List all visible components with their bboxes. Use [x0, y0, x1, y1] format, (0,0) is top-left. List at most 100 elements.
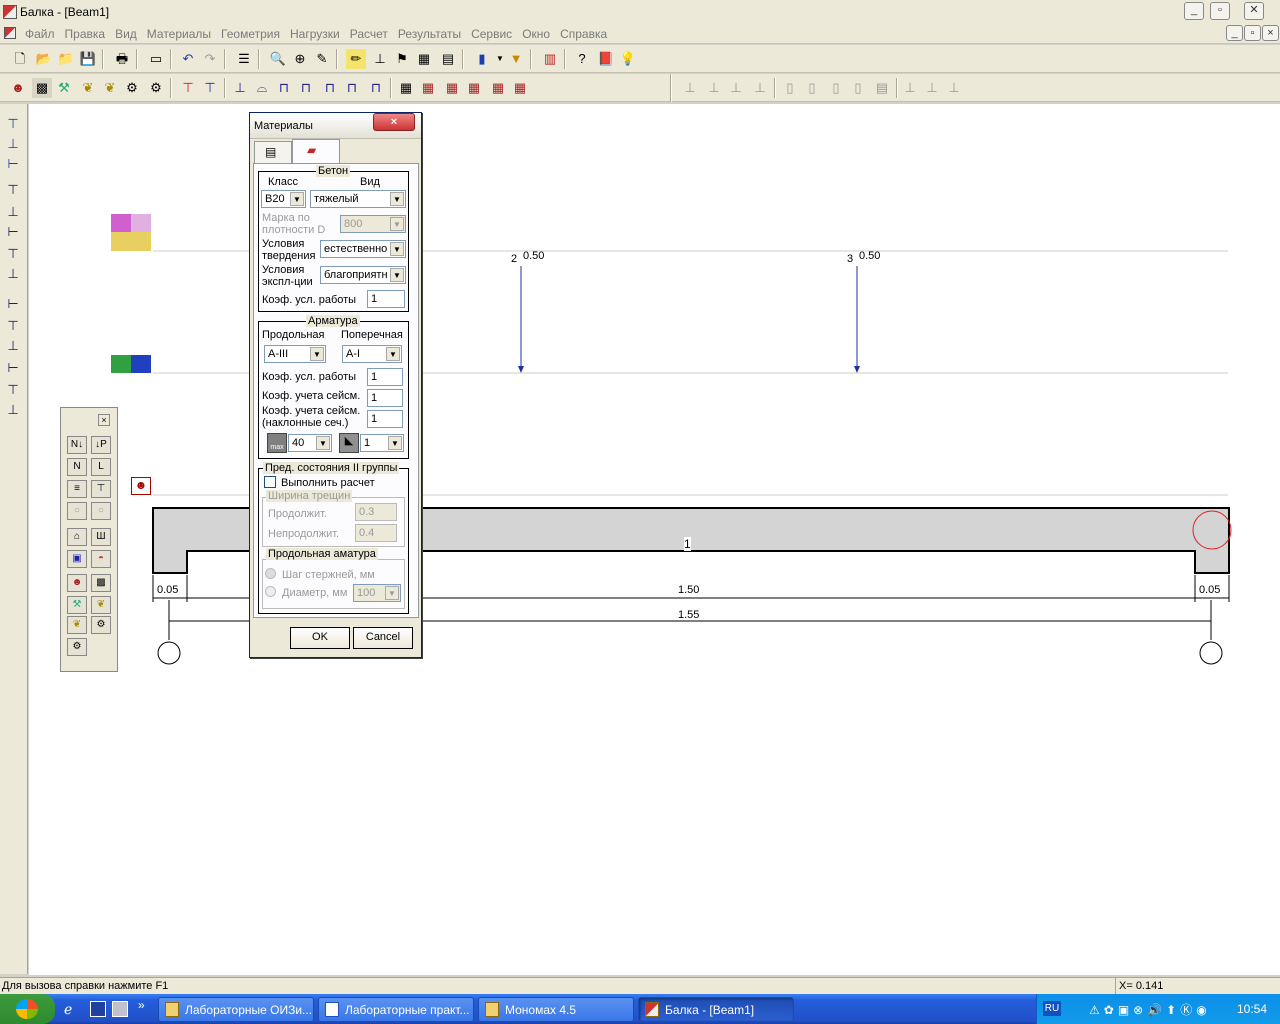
seismic-input[interactable]: 1 — [367, 389, 403, 407]
language-indicator[interactable]: RU — [1043, 1001, 1061, 1016]
dim-right: 0.05 — [1199, 584, 1221, 596]
circle-1-icon[interactable]: ○ — [67, 502, 87, 520]
face-small-icon[interactable]: ☻ — [67, 574, 87, 592]
step-radio[interactable] — [265, 568, 276, 579]
quicklaunch-more-icon[interactable]: » — [138, 998, 145, 1012]
long-rebar-label: Продольная — [262, 329, 325, 341]
crack-short-label: Непродолжит. — [268, 528, 340, 540]
ie-icon[interactable]: ℯ — [64, 1001, 82, 1019]
task-lab-oizi[interactable]: Лабораторные ОИЗи... — [158, 997, 314, 1022]
crack-legend: Ширина трещин — [266, 490, 353, 502]
limit-state-legend: Пред. состояния II группы — [263, 462, 400, 474]
force-n-icon[interactable]: N↓ — [67, 436, 87, 454]
dialog-close-button[interactable]: × — [373, 113, 415, 131]
element-label: 1 — [684, 537, 691, 551]
quicklaunch2-icon[interactable] — [112, 1001, 128, 1017]
node-marker-icon[interactable] — [111, 214, 151, 251]
grid-small-icon[interactable]: ▩ — [91, 574, 111, 592]
long-rebar-select[interactable]: A-III ▼ — [264, 345, 326, 363]
worker-icon[interactable]: ⚒ — [67, 596, 87, 614]
dialog-titlebar: Материалы × — [250, 113, 421, 139]
dialog-title: Материалы — [254, 120, 313, 132]
ok-button[interactable]: OK — [290, 627, 350, 649]
cancel-button[interactable]: Cancel — [353, 627, 413, 649]
status-hint: Для вызова справки нажмите F1 — [2, 980, 169, 992]
taskbar: ℯ » Лабораторные ОИЗи... Лабораторные пр… — [0, 994, 1280, 1024]
do-calc-label: Выполнить расчет — [281, 477, 375, 489]
long-rebar-legend: Продольная аматура — [266, 548, 378, 560]
palette-close-icon[interactable]: × — [98, 414, 110, 426]
hardening-label: Условия твердения — [262, 238, 316, 262]
load-value-2: 0.50 — [523, 250, 545, 262]
leaf-small-icon[interactable]: ❦ — [91, 596, 111, 614]
type-label: Вид — [360, 176, 380, 188]
diam-select[interactable]: 100 ▼ — [353, 584, 401, 602]
rebar-work-coef-input[interactable]: 1 — [367, 368, 403, 386]
rainbow-icon[interactable]: ◓ — [91, 550, 111, 568]
load-value-3: 0.50 — [859, 250, 881, 262]
crack-long-input[interactable]: 0.3 — [355, 503, 397, 521]
trans-rebar-label: Поперечная — [341, 329, 403, 341]
task-balka[interactable]: Балка - [Beam1] — [638, 997, 794, 1022]
rebar-work-coef-label: Коэф. усл. работы — [262, 371, 357, 383]
crack-short-input[interactable]: 0.4 — [355, 524, 397, 542]
concrete-work-coef-input[interactable]: 1 — [367, 290, 405, 308]
task-monomakh[interactable]: Мономах 4.5 — [478, 997, 634, 1022]
selection-marker-icon[interactable]: ☻ — [131, 477, 151, 495]
step-label: Шаг стержней, мм — [282, 569, 375, 581]
moment-l-icon[interactable]: L — [91, 458, 111, 476]
tab-materials-icon[interactable]: ▰ — [292, 139, 340, 163]
concrete-work-coef-label: Коэф. усл. работы — [262, 294, 357, 306]
diam-radio[interactable] — [265, 586, 276, 597]
max-diameter-icon: max — [267, 433, 287, 453]
statusbar: Для вызова справки нажмите F1 X= 0.141 — [0, 977, 1280, 994]
circle-2-icon[interactable]: ○ — [91, 502, 111, 520]
seismic-incl-label: Коэф. учета сейсм. (наклонные сеч.) — [262, 405, 361, 429]
do-calc-checkbox[interactable] — [264, 476, 276, 488]
tray-icons[interactable]: ⚠✿▣⊗🔊⬆Ⓚ◉ — [1089, 1001, 1211, 1018]
element-marker-icon[interactable] — [111, 355, 151, 373]
hanger-icon[interactable]: ⊤ — [91, 480, 111, 498]
start-button[interactable] — [0, 994, 55, 1024]
beam-drawing — [152, 250, 1232, 665]
seismic-label: Коэф. учета сейсм. — [262, 390, 361, 402]
density-label: Марка по плотности D — [262, 212, 326, 236]
comb-icon[interactable]: Ш — [91, 528, 111, 546]
rebar-layout-select[interactable]: 1 ▼ — [360, 434, 404, 452]
load-node-2: 2 — [511, 253, 518, 265]
force-p-icon[interactable]: ↓P — [91, 436, 111, 454]
tool-palette: × N↓ ↓P N L ≡ ⊤ ○ ○ ⌂ Ш ▣ ◓ ☻ ▩ ⚒ ❦ ❦ ⚙ … — [60, 407, 118, 672]
quicklaunch-icon[interactable] — [90, 1001, 106, 1017]
type-select[interactable]: тяжелый ▼ — [310, 190, 406, 208]
gear-small-icon[interactable]: ⚙ — [91, 616, 111, 634]
dim-span: 1.50 — [678, 584, 700, 596]
density-select[interactable]: 800 ▼ — [340, 215, 406, 233]
moment-n-icon[interactable]: N — [67, 458, 87, 476]
class-label: Класс — [268, 176, 298, 188]
max-diameter-select[interactable]: 40 ▼ — [288, 434, 332, 452]
seismic-incl-input[interactable]: 1 — [367, 410, 403, 428]
rebar-legend: Арматура — [306, 315, 360, 327]
trans-rebar-select[interactable]: A-I ▼ — [342, 345, 402, 363]
concrete-legend: Бетон — [316, 165, 351, 177]
load-node-3: 3 — [847, 253, 854, 265]
dim-left: 0.05 — [157, 584, 179, 596]
rebar-layout-icon: ◣ — [339, 433, 359, 453]
gear-small2-icon[interactable]: ⚙ — [67, 638, 87, 656]
operation-select[interactable]: благоприятн ▼ — [320, 266, 406, 284]
class-select[interactable]: В20 ▼ — [261, 190, 306, 208]
operation-label: Условия экспл-ции — [262, 264, 313, 288]
distributed-icon[interactable]: ≡ — [67, 480, 87, 498]
train-icon[interactable]: ▣ — [67, 550, 87, 568]
status-coord: X= 0.141 — [1115, 978, 1280, 994]
diam-label: Диаметр, мм — [282, 587, 348, 599]
hardening-select[interactable]: естественно ▼ — [320, 240, 406, 258]
clock: 10:54 — [1237, 1002, 1268, 1016]
bridge-icon[interactable]: ⌂ — [67, 528, 87, 546]
dim-total: 1.55 — [678, 609, 700, 621]
materials-dialog: Материалы × ▤ ▰ Бетон Класс Вид В20 ▼ тяж… — [249, 112, 422, 658]
system-tray: RU ⚠✿▣⊗🔊⬆Ⓚ◉ 10:54 — [1036, 994, 1280, 1024]
leaf-small2-icon[interactable]: ❦ — [67, 616, 87, 634]
task-lab-pract[interactable]: Лабораторные практ... — [318, 997, 474, 1022]
tab-list-icon[interactable]: ▤ — [254, 141, 292, 163]
